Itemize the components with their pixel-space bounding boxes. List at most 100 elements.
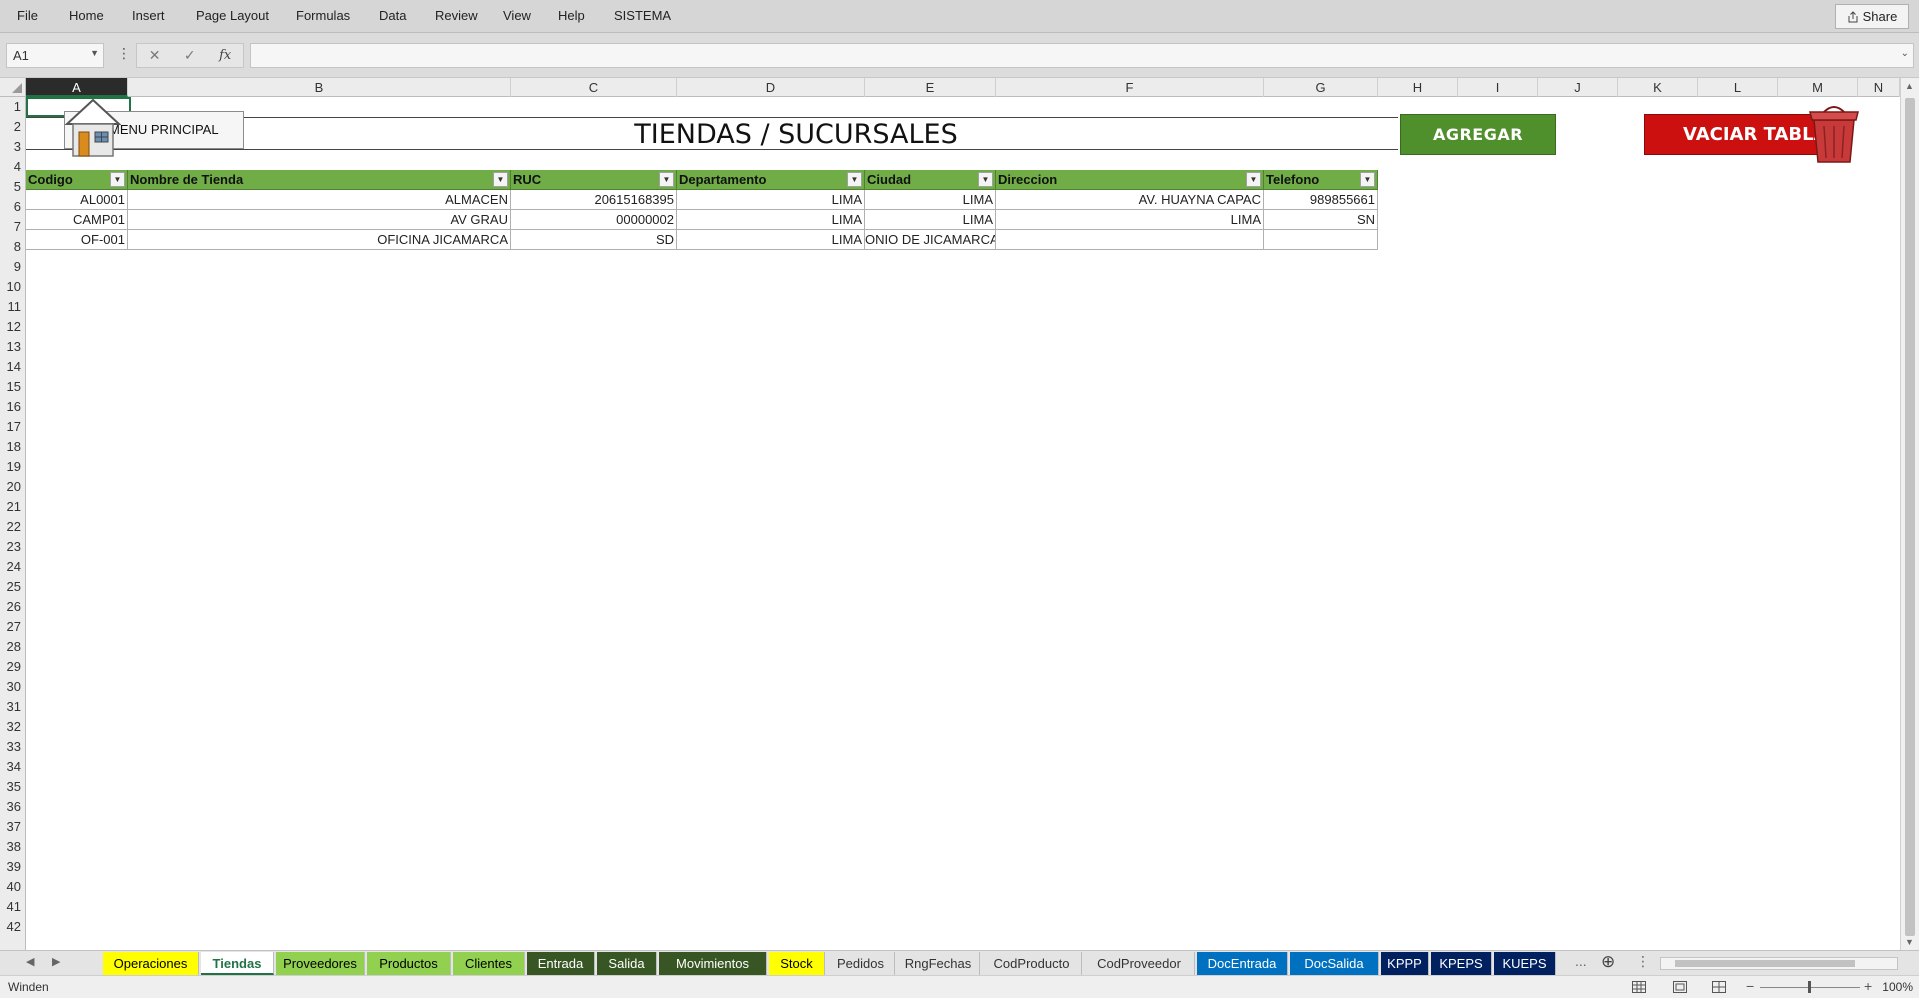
row-header[interactable]: 14 [0, 357, 26, 377]
row-header[interactable]: 6 [0, 197, 26, 217]
page-break-view-icon[interactable] [1712, 981, 1726, 993]
row-header[interactable]: 42 [0, 917, 26, 937]
row-header[interactable]: 39 [0, 857, 26, 877]
sheet-tab-salida[interactable]: Salida [597, 952, 657, 975]
row-header[interactable]: 31 [0, 697, 26, 717]
row-header[interactable]: 20 [0, 477, 26, 497]
table-cell[interactable]: OF-001 [26, 230, 128, 250]
row-header[interactable]: 8 [0, 237, 26, 257]
col-header-c[interactable]: C [511, 78, 677, 97]
row-header[interactable]: 41 [0, 897, 26, 917]
row-header[interactable]: 22 [0, 517, 26, 537]
sheet-tab-stock[interactable]: Stock [769, 952, 825, 975]
row-header[interactable]: 29 [0, 657, 26, 677]
sheet-tab-kueps[interactable]: KUEPS [1494, 952, 1556, 975]
filter-dropdown-icon[interactable]: ▼ [1246, 172, 1261, 187]
tab-sistema[interactable]: SISTEMA [614, 8, 671, 23]
row-header[interactable]: 30 [0, 677, 26, 697]
check-icon[interactable]: ✓ [184, 47, 196, 64]
col-header-m[interactable]: M [1778, 78, 1858, 97]
table-cell[interactable]: AV GRAU [128, 210, 511, 230]
tab-page-layout[interactable]: Page Layout [196, 8, 269, 23]
table-cell[interactable]: AV. HUAYNA CAPAC [996, 190, 1264, 210]
col-header-a[interactable]: A [26, 78, 128, 97]
row-header[interactable]: 11 [0, 297, 26, 317]
filter-dropdown-icon[interactable]: ▼ [1360, 172, 1375, 187]
tab-review[interactable]: Review [435, 8, 478, 23]
tab-view[interactable]: View [503, 8, 531, 23]
sheet-tab-docentrada[interactable]: DocEntrada [1197, 952, 1288, 975]
col-header-h[interactable]: H [1378, 78, 1458, 97]
sheet-tab-entrada[interactable]: Entrada [527, 952, 595, 975]
row-header[interactable]: 36 [0, 797, 26, 817]
filter-dropdown-icon[interactable]: ▼ [659, 172, 674, 187]
table-cell[interactable]: LIMA [865, 190, 996, 210]
row-header[interactable]: 27 [0, 617, 26, 637]
tab-home[interactable]: Home [69, 8, 104, 23]
sheet-tab-kppp[interactable]: KPPP [1381, 952, 1429, 975]
tab-file[interactable]: File [17, 8, 38, 23]
row-header[interactable]: 19 [0, 457, 26, 477]
table-cell[interactable]: LIMA [865, 210, 996, 230]
row-header[interactable]: 28 [0, 637, 26, 657]
row-header[interactable]: 9 [0, 257, 26, 277]
col-header-l[interactable]: L [1698, 78, 1778, 97]
more-options-icon[interactable]: ⋮ [117, 45, 131, 62]
row-header[interactable]: 7 [0, 217, 26, 237]
table-cell[interactable]: AL0001 [26, 190, 128, 210]
col-header-d[interactable]: D [677, 78, 865, 97]
table-cell[interactable]: CAMP01 [26, 210, 128, 230]
row-header[interactable]: 35 [0, 777, 26, 797]
filter-dropdown-icon[interactable]: ▼ [110, 172, 125, 187]
sheet-tab-rngfechas[interactable]: RngFechas [897, 952, 980, 975]
col-header-g[interactable]: G [1264, 78, 1378, 97]
table-cell[interactable]: LIMA [677, 230, 865, 250]
formula-input[interactable]: ⌄ [250, 43, 1914, 68]
sheet-tab-clientes[interactable]: Clientes [453, 952, 525, 975]
normal-view-icon[interactable] [1632, 981, 1646, 993]
row-header[interactable]: 26 [0, 597, 26, 617]
zoom-level[interactable]: 100% [1882, 980, 1913, 994]
row-header[interactable]: 2 [0, 117, 26, 137]
row-header[interactable]: 15 [0, 377, 26, 397]
row-header[interactable]: 16 [0, 397, 26, 417]
col-header-f[interactable]: F [996, 78, 1264, 97]
sheet-tab-proveedores[interactable]: Proveedores [276, 952, 365, 975]
col-header-e[interactable]: E [865, 78, 996, 97]
table-cell[interactable]: SN [1264, 210, 1378, 230]
row-header[interactable]: 1 [0, 97, 26, 117]
table-cell[interactable]: 20615168395 [511, 190, 677, 210]
select-all-corner[interactable] [0, 78, 26, 97]
sheet-tab-movimientos[interactable]: Movimientos [659, 952, 767, 975]
tab-help[interactable]: Help [558, 8, 585, 23]
chevron-down-icon[interactable]: ▼ [90, 48, 99, 58]
share-button[interactable]: Share [1835, 4, 1909, 29]
next-sheet-icon[interactable]: ▶ [52, 955, 60, 968]
table-cell[interactable] [996, 230, 1264, 250]
horizontal-scrollbar[interactable] [1660, 957, 1898, 970]
row-header[interactable]: 10 [0, 277, 26, 297]
expand-formula-icon[interactable]: ⌄ [1901, 48, 1909, 59]
scroll-up-icon[interactable]: ▲ [1905, 81, 1914, 91]
row-header[interactable]: 5 [0, 177, 26, 197]
more-sheets-button[interactable]: ... [1575, 953, 1587, 969]
zoom-in-icon[interactable]: + [1864, 978, 1872, 994]
row-header[interactable]: 37 [0, 817, 26, 837]
row-header[interactable]: 13 [0, 337, 26, 357]
filter-dropdown-icon[interactable]: ▼ [978, 172, 993, 187]
agregar-tienda-button[interactable]: AGREGAR TIENDA [1400, 114, 1556, 183]
filter-dropdown-icon[interactable]: ▼ [847, 172, 862, 187]
tab-data[interactable]: Data [379, 8, 406, 23]
tab-formulas[interactable]: Formulas [296, 8, 350, 23]
filter-dropdown-icon[interactable]: ▼ [493, 172, 508, 187]
add-sheet-icon[interactable]: ⊕ [1601, 952, 1615, 972]
table-cell[interactable]: ONIO DE JICAMARCA [865, 230, 996, 250]
table-cell[interactable] [1264, 230, 1378, 250]
col-header-i[interactable]: I [1458, 78, 1538, 97]
table-cell[interactable]: LIMA [996, 210, 1264, 230]
vertical-scrollbar[interactable]: ▲ ▼ [1900, 78, 1919, 950]
sheet-tab-codproveedor[interactable]: CodProveedor [1084, 952, 1195, 975]
horizontal-scroll-thumb[interactable] [1675, 960, 1855, 967]
tab-insert[interactable]: Insert [132, 8, 165, 23]
worksheet-grid[interactable]: TIENDAS / SUCURSALES MENU PRINCIPAL AGRE… [26, 97, 1900, 950]
